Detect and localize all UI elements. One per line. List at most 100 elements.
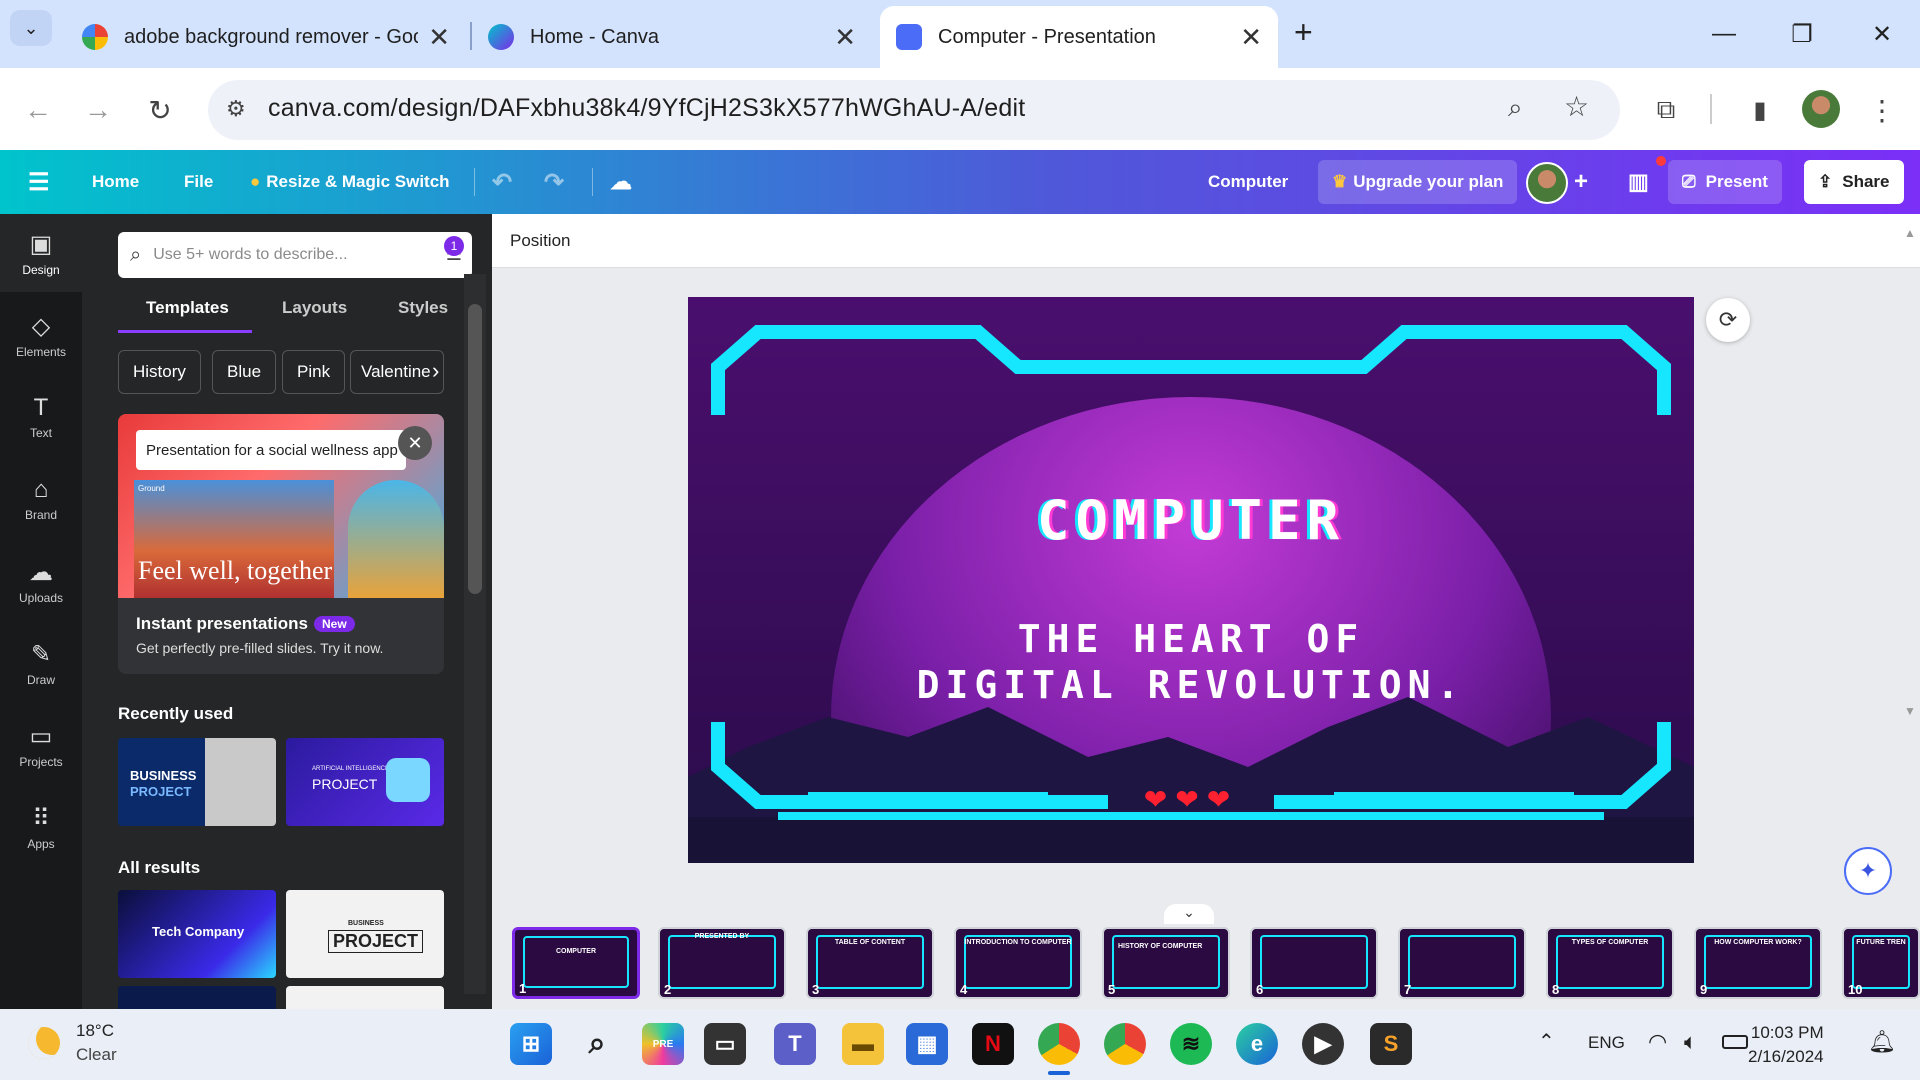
teams-icon[interactable]: T [774, 1023, 816, 1065]
copilot-icon[interactable]: PRE [642, 1023, 684, 1065]
slide-subtitle-line1[interactable]: THE HEART OF [688, 617, 1694, 661]
magic-assistant-icon[interactable]: ✦ [1844, 847, 1892, 895]
panel-scrollbar[interactable] [464, 274, 486, 994]
volume-icon[interactable]: 🔈︎ [1684, 1029, 1697, 1055]
back-icon[interactable]: ← [16, 88, 60, 132]
rail-item-apps[interactable]: ⠿ Apps [0, 788, 82, 866]
filter-chip[interactable]: History [118, 350, 201, 394]
netflix-icon[interactable]: N [972, 1023, 1014, 1065]
page-thumbnail[interactable]: 6 [1250, 927, 1378, 999]
hamburger-icon[interactable]: ☰ [28, 150, 50, 214]
filter-chip[interactable]: Valentine [350, 350, 444, 394]
file-explorer-icon[interactable]: ▬ [842, 1023, 884, 1065]
media-player-icon[interactable]: ▶ [1302, 1023, 1344, 1065]
collaborator-avatar[interactable] [1526, 162, 1568, 204]
template-thumbnail[interactable] [118, 986, 276, 1009]
close-icon[interactable]: ✕ [834, 22, 856, 53]
promo-prompt-field[interactable]: Presentation for a social wellness app [136, 430, 406, 470]
home-button[interactable]: Home [92, 150, 139, 214]
rail-item-projects[interactable]: ▭ Projects [0, 706, 82, 784]
template-thumbnail[interactable] [286, 986, 444, 1009]
document-title[interactable]: Computer [1208, 150, 1288, 214]
close-icon[interactable]: ✕ [1240, 22, 1262, 53]
cloud-saved-icon[interactable]: ☁ [610, 150, 632, 214]
chrome-profile-icon[interactable] [1104, 1023, 1146, 1065]
resize-magic-switch-button[interactable]: ● Resize & Magic Switch [250, 150, 450, 214]
add-comment-icon[interactable]: ⟳ [1706, 298, 1750, 342]
template-thumbnail[interactable]: BUSINESS PROJECT [286, 890, 444, 978]
bookmark-star-icon[interactable]: ☆ [1564, 90, 1589, 123]
rail-item-brand[interactable]: ⌂ Brand [0, 460, 82, 538]
battery-icon[interactable] [1722, 1035, 1748, 1049]
page-thumbnail[interactable]: FUTURE TREN 10 [1842, 927, 1920, 999]
chevron-right-icon[interactable]: › [432, 358, 439, 384]
page-thumbnail[interactable]: HOW COMPUTER WORK? 9 [1694, 927, 1822, 999]
slide-subtitle-line2[interactable]: DIGITAL REVOLUTION. [688, 663, 1694, 707]
filter-chip[interactable]: Blue [212, 350, 277, 394]
notification-bell-icon[interactable]: 🔔︎ [1868, 1029, 1896, 1055]
minimize-icon[interactable]: — [1704, 14, 1744, 54]
browser-tab[interactable]: adobe background remover - Goo ✕ [66, 6, 466, 68]
weather-temperature[interactable]: 18°C [76, 1021, 114, 1041]
profile-avatar[interactable] [1802, 90, 1840, 128]
template-thumbnail[interactable]: ARTIFICIAL INTELLIGENCE PROJECT [286, 738, 444, 826]
insights-chart-icon[interactable]: ▥ [1628, 150, 1649, 214]
task-view-icon[interactable]: ▭ [704, 1023, 746, 1065]
instant-presentations-card[interactable]: Ground Presentation for a social wellnes… [118, 414, 444, 674]
rail-item-elements[interactable]: ◇ Elements [0, 296, 82, 374]
new-tab-button[interactable]: + [1294, 14, 1313, 51]
weather-condition[interactable]: Clear [76, 1045, 117, 1065]
window-close-icon[interactable]: ✕ [1862, 14, 1902, 54]
close-icon[interactable]: ✕ [398, 426, 432, 460]
upgrade-plan-button[interactable]: ♛ Upgrade your plan [1318, 160, 1518, 204]
scrollbar-thumb[interactable] [468, 304, 482, 594]
spotify-icon[interactable]: ≋ [1170, 1023, 1212, 1065]
edge-icon[interactable]: e [1236, 1023, 1278, 1065]
system-clock[interactable]: 10:03 PM 2/16/2024 [1748, 1021, 1824, 1069]
page-thumbnail[interactable]: HISTORY OF COMPUTER 5 [1102, 927, 1230, 999]
wifi-icon[interactable]: ◠ [1648, 1029, 1667, 1055]
tray-chevron-up-icon[interactable]: ⌃ [1538, 1029, 1555, 1054]
site-info-icon[interactable]: ⚙ [226, 96, 246, 122]
reload-icon[interactable]: ↻ [138, 88, 182, 132]
undo-icon[interactable]: ↶ [492, 150, 512, 214]
page-thumbnail[interactable]: TYPES OF COMPUTER 8 [1546, 927, 1674, 999]
present-button[interactable]: ⎚ Present [1668, 160, 1782, 204]
language-indicator[interactable]: ENG [1588, 1033, 1625, 1053]
browser-tab-active[interactable]: Computer - Presentation ✕ [880, 6, 1278, 68]
sublime-text-icon[interactable]: S [1370, 1023, 1412, 1065]
tab-styles[interactable]: Styles [398, 298, 448, 318]
rail-item-text[interactable]: T Text [0, 378, 82, 456]
chrome-menu-icon[interactable]: ⋮ [1860, 88, 1904, 132]
zoom-icon[interactable]: ⌕ [1508, 92, 1523, 124]
add-collaborator-icon[interactable]: + [1574, 150, 1588, 214]
search-icon[interactable]: ⌕ [576, 1023, 618, 1065]
rail-item-design[interactable]: ▣ Design [0, 214, 82, 292]
page-thumbnail[interactable]: INTRODUCTION TO COMPUTER 4 [954, 927, 1082, 999]
template-thumbnail[interactable]: BUSINESS PROJECT [118, 738, 276, 826]
workspace-scroll-down-icon[interactable]: ▼ [1904, 704, 1916, 718]
side-panel-icon[interactable]: ▮ [1738, 88, 1782, 132]
extensions-icon[interactable]: ⧉ [1644, 88, 1688, 132]
forward-icon[interactable]: → [76, 88, 120, 132]
windows-start-icon[interactable]: ⊞ [510, 1023, 552, 1065]
position-button[interactable]: Position [510, 231, 570, 251]
file-menu-button[interactable]: File [184, 150, 213, 214]
template-thumbnail[interactable]: Tech Company [118, 890, 276, 978]
page-thumbnail[interactable]: PRESENTED BY 2 [658, 927, 786, 999]
workspace-scroll-up-icon[interactable]: ▲ [1904, 226, 1916, 240]
page-thumbnail[interactable]: 7 [1398, 927, 1526, 999]
page-thumbnail[interactable]: COMPUTER 1 [512, 927, 640, 999]
url-text[interactable]: canva.com/design/DAFxbhu38k4/9YfCjH2S3kX… [268, 94, 1025, 123]
restore-icon[interactable]: ❐ [1782, 14, 1822, 54]
chrome-icon[interactable] [1038, 1023, 1080, 1065]
redo-icon[interactable]: ↷ [544, 150, 564, 214]
share-button[interactable]: ⇪ Share [1804, 160, 1904, 204]
page-thumbnail[interactable]: TABLE OF CONTENT 3 [806, 927, 934, 999]
tab-search-button[interactable]: ⌄ [10, 10, 52, 46]
rail-item-draw[interactable]: ✎ Draw [0, 624, 82, 702]
slide-canvas[interactable]: COMPUTER THE HEART OF DIGITAL REVOLUTION… [688, 297, 1694, 863]
template-search-input[interactable]: ⌕ Use 5+ words to describe... ☰ 1 [118, 232, 472, 278]
tab-templates[interactable]: Templates [146, 298, 229, 318]
browser-tab[interactable]: Home - Canva ✕ [472, 6, 872, 68]
